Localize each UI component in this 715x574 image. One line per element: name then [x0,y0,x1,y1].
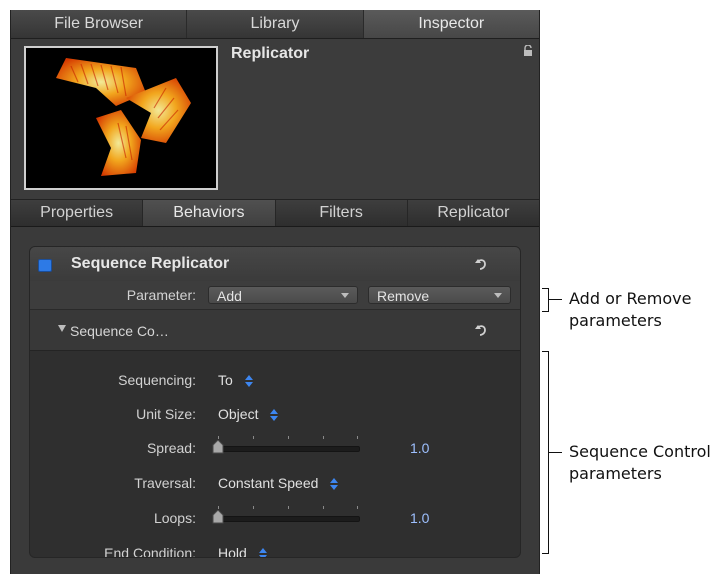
spread-label: Spread: [146,440,196,456]
add-parameter-label: Add [217,288,242,304]
stepper-icon[interactable] [258,548,267,557]
behavior-header: Sequence Replicator [30,247,520,282]
remove-parameter-popup[interactable]: Remove [368,286,511,304]
sequence-control-leader [548,452,562,453]
stepper-icon[interactable] [270,409,279,422]
spread-slider[interactable] [218,446,360,452]
tab-behaviors[interactable]: Behaviors [143,200,276,226]
reset-icon[interactable] [474,257,488,271]
traversal-popup[interactable]: Constant Speed [218,475,339,491]
annotation-line-2: parameters [569,464,662,483]
sequencing-value: To [218,372,233,388]
end-condition-label: End Condition: [104,545,196,558]
top-tab-bar: File Browser Library Inspector [11,10,539,39]
behavior-title: Sequence Replicator [71,255,230,272]
loops-value[interactable]: 1.0 [410,510,429,526]
chevron-down-icon [341,293,349,298]
sub-tab-bar: Properties Behaviors Filters Replicator [11,199,539,227]
annotation-line-2: parameters [569,311,662,330]
object-name: Replicator [231,45,310,62]
end-condition-value: Hold [218,545,247,558]
tab-inspector[interactable]: Inspector [363,10,539,38]
add-parameter-popup[interactable]: Add [208,286,358,304]
unit-size-value: Object [218,406,259,422]
unit-size-popup[interactable]: Object [218,406,279,422]
behavior-card: Sequence Replicator Parameter: Add Remov… [29,246,521,558]
disclosure-triangle-icon[interactable] [58,325,66,332]
slider-thumb-icon[interactable] [212,510,224,524]
loops-label: Loops: [153,510,196,526]
spread-value[interactable]: 1.0 [410,440,429,456]
sequencing-label: Sequencing: [118,372,196,388]
inspector-header: Replicator [11,39,539,199]
end-condition-popup[interactable]: Hold [218,545,267,558]
sequencing-popup[interactable]: To [218,372,253,388]
traversal-label: Traversal: [134,475,196,491]
traversal-value: Constant Speed [218,475,319,491]
sequence-control-annotation: Sequence Control parameters [569,441,711,485]
lock-icon[interactable] [523,45,533,57]
parameter-row: Parameter: Add Remove [30,281,520,310]
loops-slider[interactable] [218,516,360,522]
annotation-line-1: Sequence Control [569,442,711,461]
loops-ticks [218,506,358,510]
slider-thumb-icon[interactable] [212,440,224,454]
stepper-icon[interactable] [244,375,253,388]
chevron-down-icon [494,293,502,298]
inspector-panel: File Browser Library Inspector Replicato… [10,10,540,574]
add-remove-annotation: Add or Remove parameters [569,288,691,332]
parameter-label: Parameter: [126,287,196,303]
spread-ticks [218,436,358,440]
preview-thumbnail [24,46,218,190]
tab-filters[interactable]: Filters [276,200,408,226]
tab-properties[interactable]: Properties [11,200,144,226]
sequence-control-group[interactable]: Sequence Co… [58,323,169,339]
stepper-icon[interactable] [330,478,339,491]
sequence-control-group-row[interactable]: Sequence Co… [30,310,520,351]
add-remove-leader [548,299,562,300]
tab-library[interactable]: Library [187,10,364,38]
behavior-enable-checkbox[interactable] [38,259,52,272]
add-remove-bracket [542,288,549,312]
tab-file-browser[interactable]: File Browser [11,10,188,38]
group-label: Sequence Co… [70,323,169,339]
remove-parameter-label: Remove [377,288,430,304]
replicator-preview-image [56,58,191,176]
annotation-line-1: Add or Remove [569,289,692,308]
reset-icon[interactable] [474,323,488,337]
tab-replicator[interactable]: Replicator [408,200,539,226]
unit-size-label: Unit Size: [136,406,196,422]
